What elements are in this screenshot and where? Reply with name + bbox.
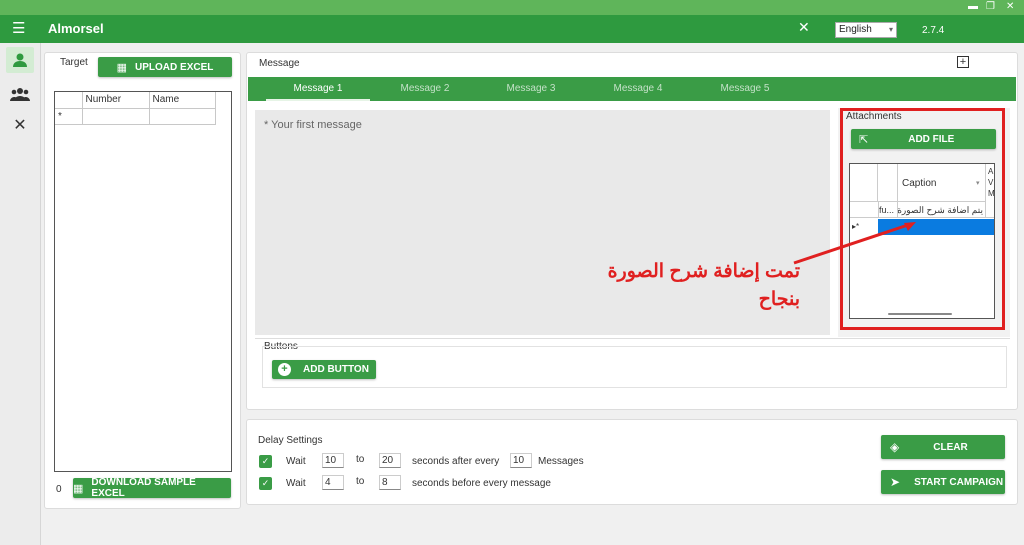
expand-icon[interactable]: +	[957, 56, 969, 68]
restore-button[interactable]: ❐	[986, 1, 995, 12]
start-campaign-button[interactable]: ➤ START CAMPAIGN	[881, 470, 1005, 494]
active-tab-indicator	[266, 99, 370, 101]
clear-button[interactable]: ◈ CLEAR	[881, 435, 1005, 459]
settings-icon[interactable]: ✕	[6, 113, 34, 139]
eraser-icon: ◈	[890, 440, 900, 454]
window-titlebar	[0, 0, 1024, 15]
tab-message-2[interactable]: Message 2	[375, 83, 475, 94]
menu-icon[interactable]: ☰	[12, 19, 25, 37]
app-version: 2.7.4	[922, 25, 945, 36]
number-cell[interactable]	[81, 107, 150, 125]
upload-excel-button[interactable]: ▦ UPLOAD EXCEL	[98, 57, 232, 77]
tab-message-1[interactable]: Message 1	[268, 83, 368, 94]
send-icon: ➤	[890, 475, 901, 489]
plus-circle-icon: +	[278, 363, 291, 376]
chevron-down-icon: ▾	[888, 25, 893, 34]
seconds-after-label: seconds after every	[412, 456, 500, 467]
language-select[interactable]: English ▾	[835, 22, 897, 38]
target-grid[interactable]: Number Name *	[54, 91, 232, 472]
upload-excel-label: UPLOAD EXCEL	[135, 61, 214, 73]
annotation-line-2: بنجاح	[758, 289, 800, 310]
excel-icon: ▦	[116, 61, 128, 74]
sidebar: ✕	[0, 43, 41, 545]
wait-label: Wait	[286, 456, 306, 467]
name-cell[interactable]	[148, 107, 216, 125]
user-icon[interactable]	[6, 47, 34, 73]
annotation-text: تمت إضافة شرح الصورة بنجاح	[560, 258, 800, 314]
tab-message-5[interactable]: Message 5	[695, 83, 795, 94]
delay-after-max-input[interactable]: 20	[379, 453, 401, 468]
delay-after-min-input[interactable]: 10	[322, 453, 344, 468]
language-value: English	[839, 24, 872, 35]
clear-label: CLEAR	[933, 441, 968, 453]
tools-icon[interactable]: ✕	[798, 19, 810, 36]
column-name[interactable]: Name	[148, 92, 216, 109]
annotation-line-1: تمت إضافة شرح الصورة	[607, 261, 800, 282]
wait-label: Wait	[286, 478, 306, 489]
add-button-button[interactable]: + ADD BUTTON	[272, 360, 376, 379]
group-icon[interactable]	[6, 81, 34, 107]
message-placeholder: * Your first message	[264, 119, 362, 131]
grid-corner	[55, 92, 83, 109]
excel-icon: ▦	[73, 482, 84, 495]
app-title: Almorsel	[48, 21, 104, 36]
download-sample-label: DOWNLOAD SAMPLE EXCEL	[91, 477, 196, 499]
to-label: to	[356, 476, 365, 487]
tab-message-3[interactable]: Message 3	[481, 83, 581, 94]
seconds-before-label: seconds before every message	[412, 478, 551, 489]
annotation-arrow	[793, 222, 916, 265]
target-label: Target	[60, 57, 88, 68]
start-campaign-label: START CAMPAIGN	[914, 476, 1004, 488]
delay-label: Delay Settings	[258, 435, 323, 446]
messages-label: Messages	[538, 456, 584, 467]
row-marker: *	[55, 107, 83, 125]
to-label: to	[356, 454, 365, 465]
close-button[interactable]: ✕	[1006, 1, 1014, 12]
download-sample-button[interactable]: ▦ DOWNLOAD SAMPLE EXCEL	[73, 477, 231, 499]
target-count: 0	[56, 484, 62, 495]
minimize-button[interactable]: ▬	[968, 1, 978, 12]
delay-before-min-input[interactable]: 4	[322, 475, 344, 490]
delay-before-max-input[interactable]: 8	[379, 475, 401, 490]
add-button-label: ADD BUTTON	[303, 364, 369, 375]
delay-after-checkbox[interactable]: ✓	[259, 455, 272, 468]
divider	[255, 338, 1010, 339]
tab-message-4[interactable]: Message 4	[588, 83, 688, 94]
messages-count-input[interactable]: 10	[510, 453, 532, 468]
message-label: Message	[259, 58, 300, 69]
delay-before-checkbox[interactable]: ✓	[259, 477, 272, 490]
column-number[interactable]: Number	[81, 92, 150, 109]
